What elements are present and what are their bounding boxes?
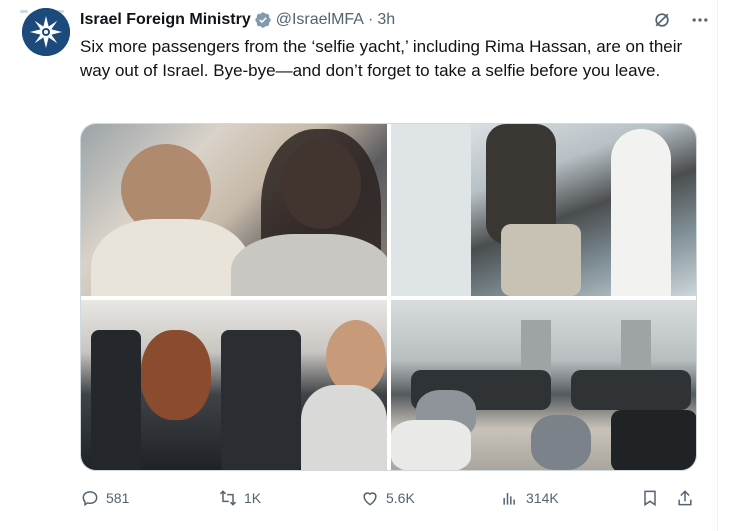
repost-button[interactable]: 1K — [218, 488, 261, 508]
media-grid — [80, 123, 697, 471]
author-name[interactable]: Israel Foreign Ministry — [80, 11, 251, 29]
share-button[interactable] — [675, 488, 695, 508]
photo-3-man — [326, 320, 386, 395]
header-actions — [652, 10, 710, 30]
photo-3-woman — [141, 330, 211, 420]
photo-2-person — [501, 224, 581, 296]
photo-3[interactable] — [81, 300, 387, 470]
separator-dot: · — [367, 11, 374, 28]
photo-2[interactable] — [391, 124, 696, 296]
views-button[interactable]: 314K — [500, 488, 559, 508]
reply-count: 581 — [106, 490, 130, 506]
grok-icon[interactable] — [652, 10, 672, 30]
post-time[interactable]: 3h — [377, 11, 395, 29]
ministry-logo-icon — [22, 8, 70, 56]
like-button[interactable]: 5.6K — [360, 488, 415, 508]
author-handle[interactable]: @IsraelMFA — [276, 11, 364, 29]
repost-count: 1K — [244, 490, 262, 506]
like-icon — [363, 492, 377, 506]
photo-4[interactable] — [391, 300, 696, 470]
verified-badge-icon[interactable] — [254, 11, 272, 29]
photo-4-sofa-front — [611, 410, 696, 470]
share-icon — [678, 490, 692, 506]
author-avatar[interactable] — [22, 8, 70, 56]
post-text: Six more passengers from the ‘selfie yac… — [80, 37, 683, 80]
previous-post-cutoff — [20, 0, 420, 13]
photo-4-sofa-right — [571, 370, 691, 410]
repost-icon — [219, 490, 237, 506]
more-icon[interactable] — [690, 10, 710, 30]
reply-icon — [82, 491, 98, 507]
photo-3-seat-middle — [221, 330, 301, 470]
photo-4-person-sitting — [531, 415, 591, 470]
views-icon — [503, 493, 515, 505]
photo-3-seat-left — [91, 330, 141, 470]
photo-2-attendant — [611, 129, 671, 296]
photo-4-blanket — [391, 420, 471, 470]
bookmark-button[interactable] — [640, 488, 660, 508]
views-count: 314K — [526, 490, 559, 506]
timeline-border — [717, 0, 718, 531]
like-count: 5.6K — [386, 490, 415, 506]
photo-1-figure-right-body — [231, 234, 387, 296]
photo-2-door — [391, 124, 471, 296]
post-header: Israel Foreign Ministry @IsraelMFA · 3h — [80, 9, 700, 31]
action-bar: 581 1K 5.6K 314K — [80, 484, 697, 512]
photo-1[interactable] — [81, 124, 387, 296]
photo-3-man-body — [301, 385, 387, 470]
bookmark-icon — [644, 490, 656, 507]
photo-1-figure-left-body — [91, 219, 251, 296]
reply-button[interactable]: 581 — [80, 488, 129, 508]
